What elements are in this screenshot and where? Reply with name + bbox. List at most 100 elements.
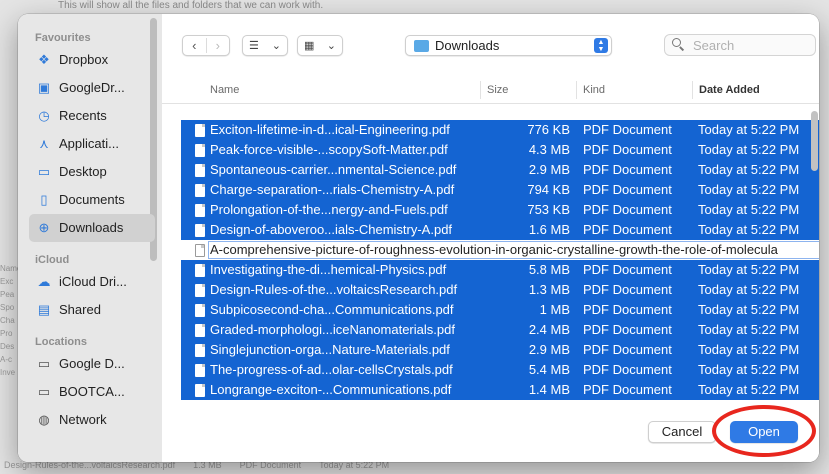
forward-button[interactable]: › [207,38,230,53]
file-date-added: Today at 5:22 PM [698,342,800,357]
sidebar-item-downloads[interactable]: ⊕ Downloads [29,214,155,242]
table-row-renaming[interactable]: A-comprehensive-picture-of-roughness-evo… [162,240,819,260]
table-row[interactable]: Singlejunction-orga...Nature-Materials.p… [162,340,819,360]
table-row[interactable]: Graded-morphologi...iceNanomaterials.pdf… [162,320,819,340]
pdf-file-icon [195,324,205,337]
background-text-fragment: Spo [0,303,15,312]
table-row[interactable]: Spontaneous-carrier...nmental-Science.pd… [162,160,819,180]
download-icon: ⊕ [38,220,50,235]
table-row[interactable]: Longrange-exciton-...Communications.pdf 1… [162,380,819,400]
pdf-file-icon [195,384,205,397]
search-field[interactable]: Search [664,34,816,56]
table-row[interactable]: Peak-force-visible-...scopySoft-Matter.p… [162,140,819,160]
sidebar-item-network[interactable]: ◍ Network [29,406,155,434]
file-name: Design-of-aboveroo...ials-Chemistry-A.pd… [210,222,453,237]
sidebar-item-desktop[interactable]: ▭ Desktop [29,158,155,186]
location-label: Downloads [435,38,500,53]
file-kind: PDF Document [583,342,672,357]
file-name: Charge-separation-...rials-Chemistry-A.p… [210,182,455,197]
table-row[interactable]: Design-Rules-of-the...voltaicsResearch.p… [162,280,819,300]
file-date-added: Today at 5:22 PM [698,322,800,337]
file-name: Peak-force-visible-...scopySoft-Matter.p… [210,142,448,157]
file-size: 776 KB [527,122,570,137]
list-view-button[interactable]: ☰ ⌄ [242,35,288,56]
pdf-file-icon [195,284,205,297]
file-size: 2.9 MB [528,342,570,357]
column-header-kind[interactable]: Kind [576,81,605,99]
file-kind: PDF Document [583,122,672,137]
file-kind: PDF Document [583,162,672,177]
sidebar-item-recents[interactable]: ◷ Recents [29,102,155,130]
sidebar-item-shared[interactable]: ▤ Shared [29,296,155,324]
file-kind: PDF Document [583,302,672,317]
file-date-added: Today at 5:22 PM [698,162,800,177]
desktop-icon: ▭ [37,164,51,179]
sidebar-item-label: Desktop [59,164,107,179]
file-date-added: Today at 5:22 PM [698,142,800,157]
file-name: A-comprehensive-picture-of-roughness-evo… [210,242,778,257]
background-text-fragment: Des [0,342,15,351]
file-name: Singlejunction-orga...Nature-Materials.p… [210,342,450,357]
pdf-file-icon [195,344,205,357]
table-row[interactable]: Investigating-the-di...hemical-Physics.p… [162,260,819,280]
table-row[interactable]: The-progress-of-ad...olar-cellsCrystals.… [162,360,819,380]
chevron-down-icon: ⌄ [271,40,281,52]
vertical-scrollbar[interactable] [811,111,818,171]
pdf-file-icon [195,204,205,217]
applications-icon: ⋏ [39,136,49,151]
sidebar-item-label: GoogleDr... [59,80,125,95]
sidebar-item-googledr[interactable]: ▣ GoogleDr... [29,74,155,102]
sidebar-item-dropbox[interactable]: ❖ Dropbox [29,46,155,74]
file-date-added: Today at 5:22 PM [698,222,800,237]
dropbox-icon: ❖ [38,52,50,67]
file-date-added: Today at 5:22 PM [698,202,800,217]
table-row[interactable]: Prolongation-of-the...nergy-and-Fuels.pd… [162,200,819,220]
folder-icon [414,40,429,52]
pdf-file-icon [195,304,205,317]
sidebar-item-label: Documents [59,192,125,207]
pdf-file-icon [195,364,205,377]
pdf-file-icon [195,264,205,277]
open-button[interactable]: Open [730,421,798,443]
sidebar-item-bootca[interactable]: ▭ BOOTCA... [29,378,155,406]
cloud-icon: ☁ [37,274,51,289]
file-name: Spontaneous-carrier...nmental-Science.pd… [210,162,457,177]
column-header-name[interactable]: Name [210,76,239,104]
sidebar-item-label: Network [59,412,107,427]
pdf-file-icon [195,164,205,177]
background-text-fragment: Pro [0,329,13,338]
background-text-fragment: A-c [0,355,12,364]
sidebar-item-label: BOOTCA... [59,384,125,399]
table-row[interactable]: Exciton-lifetime-in-d...ical-Engineering… [162,120,819,140]
table-row[interactable]: Charge-separation-...rials-Chemistry-A.p… [162,180,819,200]
table-row[interactable]: Design-of-aboveroo...ials-Chemistry-A.pd… [162,220,819,240]
file-kind: PDF Document [583,262,672,277]
file-rows: Exciton-lifetime-in-d...ical-Engineering… [162,120,819,400]
sidebar-item-google-d[interactable]: ▭ Google D... [29,350,155,378]
sidebar-section-icloud: iCloud [35,254,70,266]
table-row[interactable]: Subpicosecond-cha...Communications.pdf 1 … [162,300,819,320]
column-header-size[interactable]: Size [480,81,508,99]
file-size: 753 KB [527,202,570,217]
column-header-date-added[interactable]: Date Added [692,81,760,99]
sidebar-item-icloud-dri[interactable]: ☁ iCloud Dri... [29,268,155,296]
toolbar: ‹ › ☰ ⌄ ▦ ⌄ Downloads ▲ ▼ Search [162,14,819,74]
file-size: 4.3 MB [528,142,570,157]
pdf-file-icon [195,144,205,157]
background-text-fragment: Exc [0,277,14,286]
sidebar-item-applicati[interactable]: ⋏ Applicati... [29,130,155,158]
file-kind: PDF Document [583,362,672,377]
sidebar-item-label: Google D... [59,356,125,371]
pdf-file-icon [195,184,205,197]
file-size: 1 MB [539,302,570,317]
file-size: 1.3 MB [528,282,570,297]
drive-icon: ▭ [37,356,51,371]
group-view-button[interactable]: ▦ ⌄ [297,35,343,56]
back-button[interactable]: ‹ [183,38,207,53]
location-popup[interactable]: Downloads ▲ ▼ [405,35,612,56]
sidebar-item-documents[interactable]: ▯ Documents [29,186,155,214]
file-name: Exciton-lifetime-in-d...ical-Engineering… [210,122,450,137]
cancel-button[interactable]: Cancel [648,421,716,443]
popup-stepper-icon: ▲ ▼ [594,38,608,53]
grid-view-icon: ▦ [304,40,315,52]
